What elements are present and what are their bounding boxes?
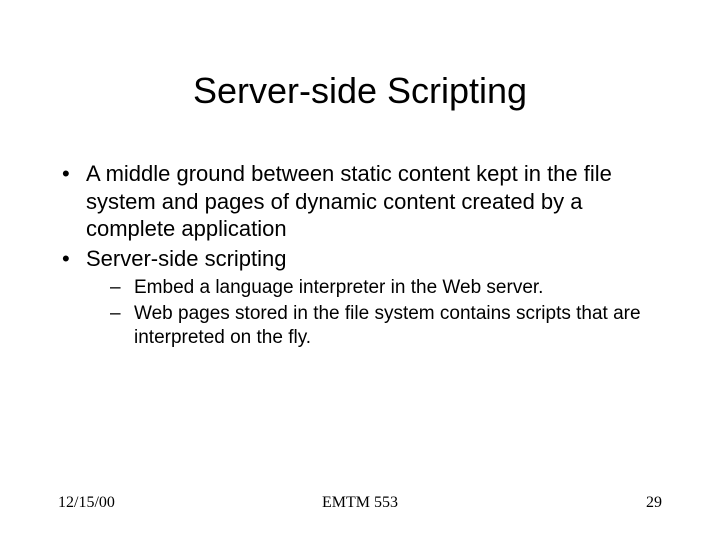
bullet-text: Server-side scripting [86,246,287,271]
sub-bullet-list: Embed a language interpreter in the Web … [86,276,662,349]
sub-bullet-text: Embed a language interpreter in the Web … [134,277,543,298]
sub-bullet-item: Embed a language interpreter in the Web … [86,276,662,300]
bullet-item: A middle ground between static content k… [58,160,662,243]
bullet-list: A middle ground between static content k… [58,160,662,349]
footer-page-number: 29 [646,494,662,512]
bullet-item: Server-side scripting Embed a language i… [58,245,662,350]
footer-center: EMTM 553 [58,494,662,512]
slide-title: Server-side Scripting [0,70,720,112]
sub-bullet-text: Web pages stored in the file system cont… [134,303,641,348]
bullet-text: A middle ground between static content k… [86,161,612,241]
slide-body: A middle ground between static content k… [58,160,662,351]
slide: Server-side Scripting A middle ground be… [0,0,720,540]
sub-bullet-item: Web pages stored in the file system cont… [86,302,662,350]
